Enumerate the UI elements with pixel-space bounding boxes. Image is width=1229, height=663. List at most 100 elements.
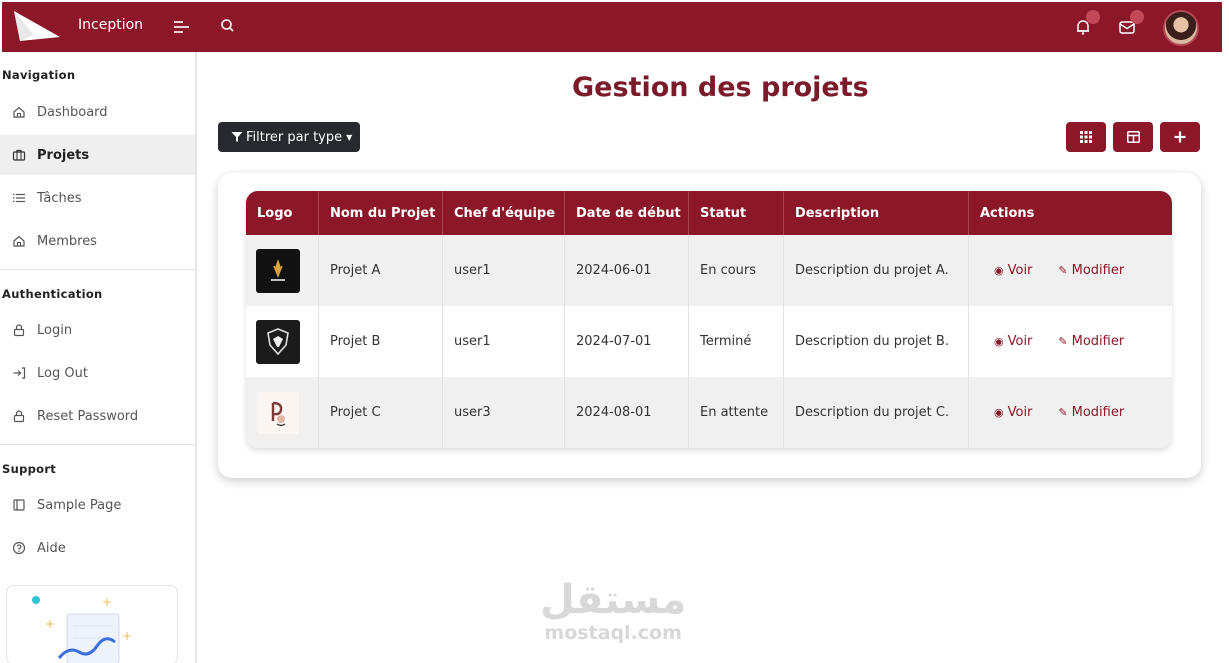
menu-toggle-icon[interactable] (172, 17, 192, 37)
project-start-date: 2024-08-01 (565, 377, 689, 448)
view-button[interactable]: ◉ Voir (994, 334, 1032, 349)
project-logo-image (256, 319, 300, 364)
project-chef: user1 (443, 235, 565, 306)
brand-logo-icon[interactable] (12, 9, 62, 45)
sidebar-item-label: Tâches (37, 190, 82, 206)
sidebar-item-label: Dashboard (37, 104, 108, 120)
projects-table: Logo Nom du Projet Chef d'équipe Date de… (246, 191, 1172, 448)
project-start-date: 2024-06-01 (565, 235, 689, 306)
svg-text:+: + (122, 629, 132, 643)
sidebar-item-taches[interactable]: Tâches (0, 178, 195, 218)
search-icon[interactable] (219, 17, 237, 35)
message-dot (1130, 10, 1144, 24)
filter-icon (231, 132, 243, 142)
avatar[interactable] (1163, 10, 1199, 46)
briefcase-icon (12, 148, 26, 162)
table-view-icon (1126, 131, 1140, 143)
sidebar-item-sample-page[interactable]: Sample Page (0, 485, 195, 525)
sidebar-item-dashboard[interactable]: Dashboard (0, 92, 195, 132)
sidebar: Navigation Dashboard Projets Tâches Memb… (0, 52, 197, 663)
edit-icon: ✎ (1058, 264, 1068, 277)
sidebar-item-membres[interactable]: Membres (0, 221, 195, 261)
promo-illustration: + + + (32, 595, 132, 663)
section-title-support: Support (2, 462, 57, 476)
filter-by-type-button[interactable]: Filtrer par type ▼ (218, 122, 360, 152)
sidebar-divider (0, 269, 195, 270)
project-chef: user1 (443, 306, 565, 377)
sidebar-item-label: Projets (37, 147, 90, 163)
mail-icon[interactable] (1116, 10, 1144, 38)
sidebar-item-label: Membres (37, 233, 97, 249)
sidebar-divider (0, 444, 195, 445)
table-row: Projet A user1 2024-06-01 En cours Descr… (246, 235, 1172, 306)
column-header-description: Description (784, 191, 969, 235)
column-header-logo: Logo (246, 191, 319, 235)
edit-button[interactable]: ✎ Modifier (1058, 334, 1124, 349)
page-icon (12, 498, 26, 512)
svg-text:+: + (102, 595, 112, 609)
add-project-button[interactable] (1160, 122, 1200, 152)
top-bar: Inception (2, 2, 1222, 52)
watermark-arabic: مستقل (540, 577, 687, 623)
brand-name[interactable]: Inception (78, 17, 143, 33)
sidebar-item-aide[interactable]: Aide (0, 528, 195, 568)
edit-icon: ✎ (1058, 335, 1068, 348)
column-header-date: Date de début (565, 191, 689, 235)
lock-icon (12, 323, 26, 337)
edit-icon: ✎ (1058, 406, 1068, 419)
project-chef: user3 (443, 377, 565, 448)
lock-icon (12, 409, 26, 423)
eye-icon: ◉ (994, 264, 1004, 277)
plus-icon (1174, 131, 1186, 143)
help-icon (12, 541, 26, 555)
watermark: مستقل mostaql.com (540, 578, 686, 644)
eye-icon: ◉ (994, 335, 1004, 348)
section-title-navigation: Navigation (2, 68, 76, 82)
project-name: Projet C (319, 377, 443, 448)
project-description: Description du projet B. (784, 306, 969, 377)
project-logo-image (256, 248, 300, 293)
project-logo-image (256, 390, 300, 435)
promo-card: + + + (6, 585, 178, 663)
sidebar-item-label: Sample Page (37, 497, 122, 513)
caret-down-icon: ▼ (346, 132, 353, 142)
column-header-status: Statut (689, 191, 784, 235)
eye-icon: ◉ (994, 406, 1004, 419)
edit-button[interactable]: ✎ Modifier (1058, 263, 1124, 278)
view-button[interactable]: ◉ Voir (994, 263, 1032, 278)
svg-text:+: + (45, 617, 55, 631)
column-header-actions: Actions (980, 205, 1035, 221)
sidebar-item-label: Aide (37, 540, 66, 556)
table-header: Logo Nom du Projet Chef d'équipe Date de… (246, 191, 1172, 235)
project-description: Description du projet A. (784, 235, 969, 306)
bell-icon[interactable] (1072, 10, 1100, 38)
watermark-latin: mostaql.com (544, 622, 682, 644)
sidebar-item-reset-password[interactable]: Reset Password (0, 396, 195, 436)
home-icon (12, 105, 26, 119)
grid-view-button[interactable] (1066, 122, 1106, 152)
grid-view-icon (1080, 131, 1092, 143)
list-icon (12, 191, 26, 205)
project-status: En cours (689, 235, 784, 306)
project-name: Projet B (319, 306, 443, 377)
table-row: Projet B user1 2024-07-01 Terminé Descri… (246, 306, 1172, 377)
view-button[interactable]: ◉ Voir (994, 405, 1032, 420)
sidebar-item-login[interactable]: Login (0, 310, 195, 350)
notification-dot (1086, 10, 1100, 24)
logout-icon (12, 366, 26, 380)
filter-label: Filtrer par type (246, 129, 343, 145)
table-row: Projet C user3 2024-08-01 En attente Des… (246, 377, 1172, 448)
project-status: Terminé (689, 306, 784, 377)
project-name: Projet A (319, 235, 443, 306)
sidebar-item-projets[interactable]: Projets (0, 135, 195, 175)
project-description: Description du projet C. (784, 377, 969, 448)
sidebar-item-label: Login (37, 322, 73, 338)
project-status: En attente (689, 377, 784, 448)
sidebar-item-label: Log Out (37, 365, 88, 381)
page-title: Gestion des projets (572, 72, 869, 103)
column-header-name: Nom du Projet (319, 191, 443, 235)
sidebar-item-logout[interactable]: Log Out (0, 353, 195, 393)
edit-button[interactable]: ✎ Modifier (1058, 405, 1124, 420)
table-view-button[interactable] (1113, 122, 1153, 152)
project-start-date: 2024-07-01 (565, 306, 689, 377)
